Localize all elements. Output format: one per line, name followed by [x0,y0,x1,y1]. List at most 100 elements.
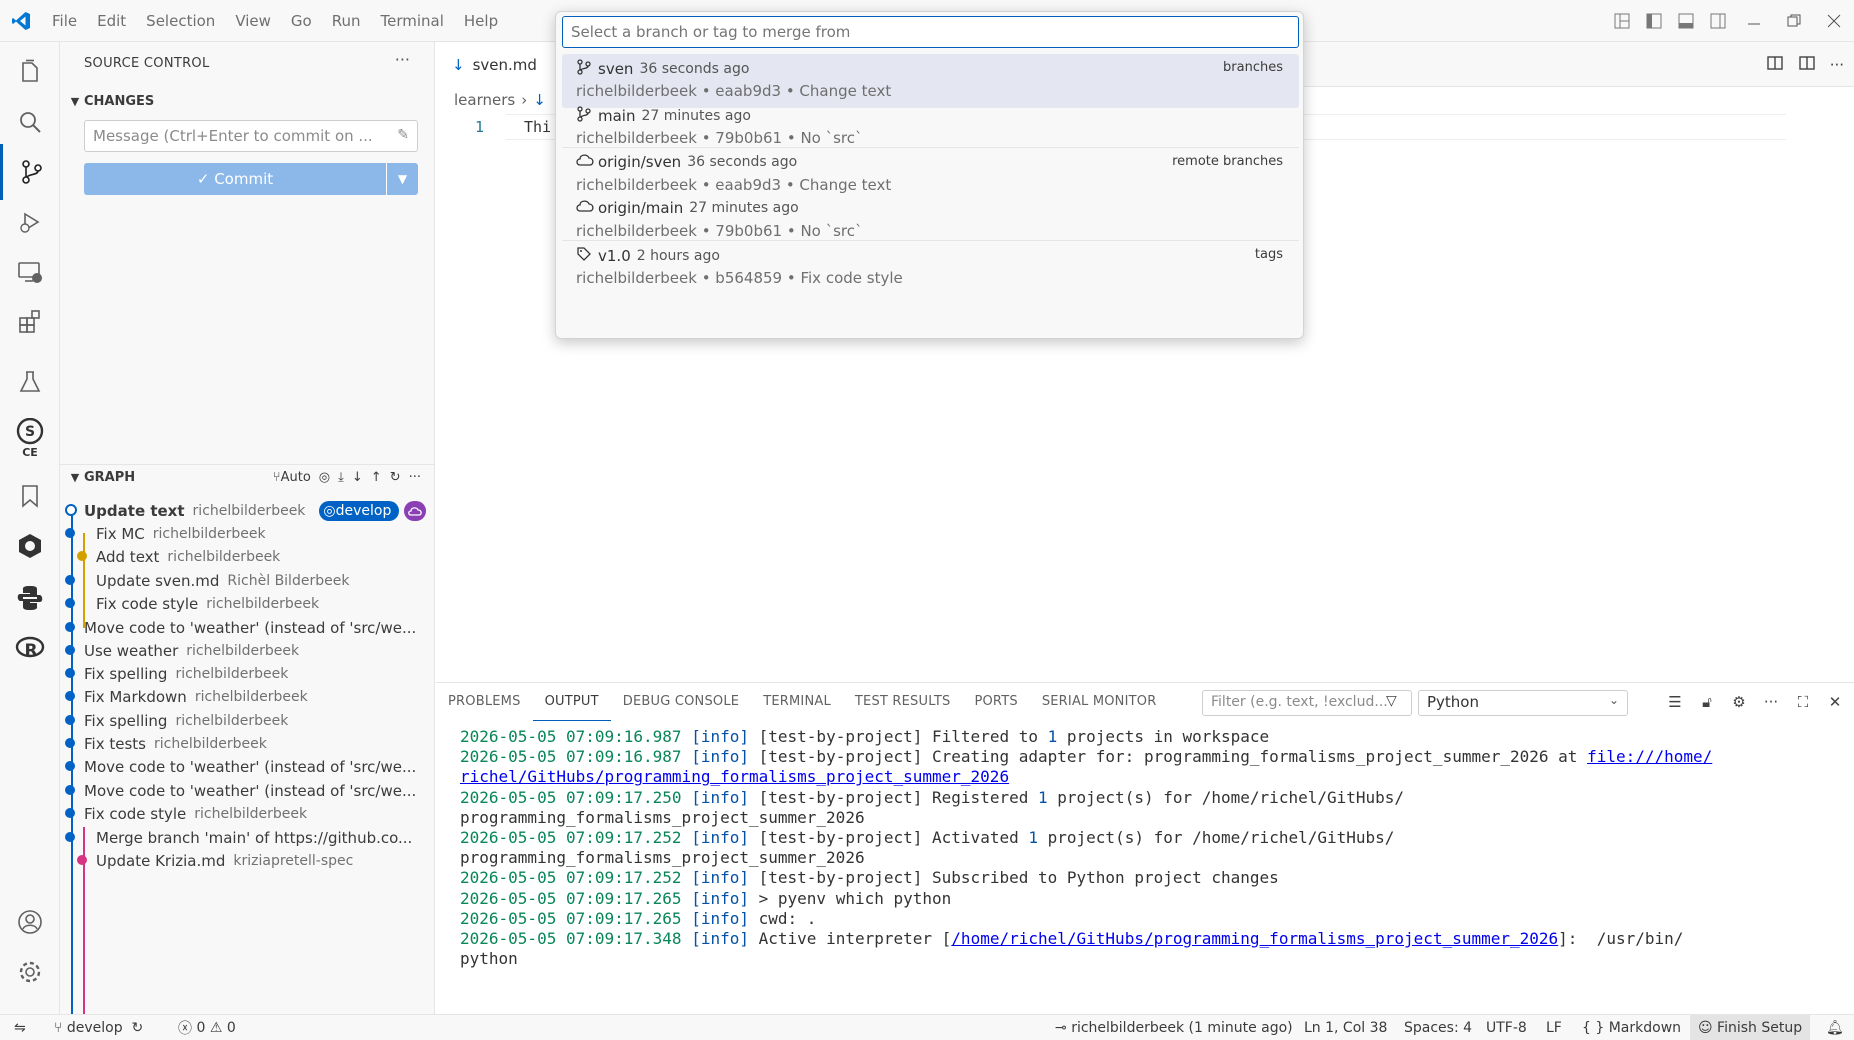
log-link[interactable]: richel/GitHubs/programming_formalisms_pr… [460,767,1009,786]
encoding[interactable]: UTF-8 [1486,1015,1527,1040]
graph-commit-row[interactable]: Fix code style richelbilderbeek [60,590,435,617]
menu-run[interactable]: Run [322,0,371,42]
close-window-icon[interactable] [1814,0,1854,42]
gitlens-icon[interactable] [0,518,60,574]
quick-pick-input[interactable] [562,16,1299,48]
output-settings-gear-icon[interactable]: ⚙ [1728,693,1750,711]
commit-dropdown-chevron-icon[interactable]: ▼ [386,163,418,195]
sce-icon[interactable]: S CE [0,410,60,466]
problems-status[interactable]: ⓧ 0 ⚠ 0 [178,1015,236,1040]
panel-tab-problems[interactable]: PROBLEMS [436,683,533,721]
output-log[interactable]: 2026-05-05 07:09:16.987 [info] [test-by-… [460,727,1830,969]
open-preview-icon[interactable] [1766,54,1784,76]
end-of-line[interactable]: LF [1546,1015,1562,1040]
breadcrumb: learners › ↓ [454,88,546,112]
status-bar: ⇋ ⑂ develop ↻ ⓧ 0 ⚠ 0 ⊸ richelbilderbeek… [0,1014,1854,1040]
customize-layout-icon[interactable] [1606,0,1638,42]
ref-age: 27 minutes ago [689,200,799,216]
panel-more-icon[interactable]: ··· [1760,693,1782,711]
tag-icon [576,246,594,266]
code-line[interactable]: Thi [524,118,551,136]
indentation[interactable]: Spaces: 4 [1404,1015,1472,1040]
panel-tab-terminal[interactable]: TERMINAL [751,683,843,721]
extensions-icon[interactable] [0,294,60,350]
source-control-icon[interactable] [0,144,60,200]
more-actions-icon[interactable]: ··· [395,50,410,69]
notifications-bell-icon[interactable]: 🔔︎ [1826,1015,1844,1040]
settings-gear-icon[interactable] [0,944,60,1000]
pull-icon[interactable]: ↓ [352,470,363,485]
r-language-icon[interactable]: R [0,620,60,676]
commit-message-input[interactable]: Message (Ctrl+Enter to commit on ... ✎ [84,120,418,152]
close-panel-icon[interactable]: ✕ [1824,693,1846,711]
quick-pick-item-sven[interactable]: sven 36 seconds ago richelbilderbeek • eaa… [562,54,1299,108]
menu-edit[interactable]: Edit [87,0,136,42]
menu-help[interactable]: Help [454,0,508,42]
graph-more-icon[interactable]: ··· [409,470,421,485]
log-link[interactable]: /home/richel/GitHubs/programming_formali… [951,929,1558,948]
run-debug-icon[interactable] [0,194,60,250]
remote-cloud-icon[interactable] [404,500,427,521]
git-blame-status[interactable]: ⊸ richelbilderbeek (1 minute ago) [1055,1015,1293,1040]
refresh-icon[interactable]: ↻ [390,470,401,485]
explorer-icon[interactable] [0,44,60,100]
python-icon[interactable] [0,570,60,626]
clear-output-icon[interactable]: ☰ [1664,693,1686,711]
graph-commit-row[interactable]: Move code to 'weather' (instead of 'src/… [60,753,435,780]
sparkle-icon[interactable]: ✎ [397,127,409,143]
breadcrumb-folder[interactable]: learners [454,91,515,109]
accounts-icon[interactable] [0,894,60,950]
commit-author: richelbilderbeek [175,712,289,729]
toggle-sidebar-icon[interactable] [1638,0,1670,42]
language-mode[interactable]: { } Markdown [1582,1015,1681,1040]
toggle-secondary-sidebar-icon[interactable] [1702,0,1734,42]
testing-flask-icon[interactable] [0,354,60,410]
output-channel-select[interactable]: Python ⌄ [1418,690,1628,716]
branch-badge-label: develop [335,502,392,519]
remote-indicator-icon[interactable]: ⇋ [14,1015,26,1040]
graph-commit-row[interactable]: Add text richelbilderbeek [60,543,435,570]
menu-selection[interactable]: Selection [136,0,225,42]
remote-explorer-icon[interactable] [0,244,60,300]
blame-text: richelbilderbeek (1 minute ago) [1071,1020,1293,1036]
graph-section-header[interactable]: ▼ GRAPH ⑂Auto ◎ ⤓ ↓ ↑ ↻ ··· [60,464,435,490]
menu-go[interactable]: Go [281,0,322,42]
panel-tab-serial-monitor[interactable]: SERIAL MONITOR [1030,683,1169,721]
toggle-panel-icon[interactable] [1670,0,1702,42]
panel-tab-debug-console[interactable]: DEBUG CONSOLE [611,683,751,721]
lock-scroll-icon[interactable]: 🔓︎ [1696,693,1718,711]
output-filter-input[interactable]: Filter (e.g. text, !exclud... [1202,690,1412,716]
menu-terminal[interactable]: Terminal [371,0,454,42]
graph-commit-row[interactable]: Update Krizia.md kriziapretell-spec [60,847,435,874]
log-link[interactable]: file:///home/ [1587,747,1712,766]
editor-more-icon[interactable]: ··· [1830,56,1844,74]
maximize-panel-icon[interactable]: ⛶ [1792,693,1814,711]
bookmark-icon[interactable] [0,468,60,524]
graph-target-icon[interactable]: ◎ [319,470,330,485]
menu-view[interactable]: View [225,0,281,42]
restore-icon[interactable] [1774,0,1814,42]
push-icon[interactable]: ↑ [371,470,382,485]
cursor-position[interactable]: Ln 1, Col 38 [1304,1015,1387,1040]
fetch-icon[interactable]: ⤓ [338,470,344,485]
commit-button[interactable]: ✓ Commit ▼ [84,163,418,195]
graph-auto-branch-icon[interactable]: ⑂Auto [273,470,311,485]
menu-file[interactable]: File [42,0,87,42]
filter-icon[interactable]: ▽ [1386,693,1397,709]
graph-commit-row[interactable]: Fix Markdown richelbilderbeek [60,683,435,710]
minimize-icon[interactable] [1734,0,1774,42]
panel-tab-test-results[interactable]: TEST RESULTS [843,683,963,721]
chevron-down-icon: ▼ [70,471,80,484]
changes-section-header[interactable]: ▼ CHANGES [60,88,435,114]
quick-pick-item-v1-0[interactable]: v1.0 2 hours ago richelbilderbeek • b56485… [562,241,1299,295]
branch-status[interactable]: ⑂ develop ↻ [54,1015,143,1040]
panel-tab-ports[interactable]: PORTS [962,683,1029,721]
graph-commit-row[interactable]: Fix code style richelbilderbeek [60,800,435,827]
finish-setup-button[interactable]: ☺ Finish Setup [1690,1015,1811,1040]
split-editor-icon[interactable] [1798,54,1816,76]
panel-tab-output[interactable]: OUTPUT [532,683,611,721]
branch-badge[interactable]: ◎ develop [319,500,400,521]
tab-sven-md[interactable]: ↓ sven.md [436,42,566,87]
ref-age: 36 seconds ago [687,154,798,170]
search-icon[interactable] [0,94,60,150]
